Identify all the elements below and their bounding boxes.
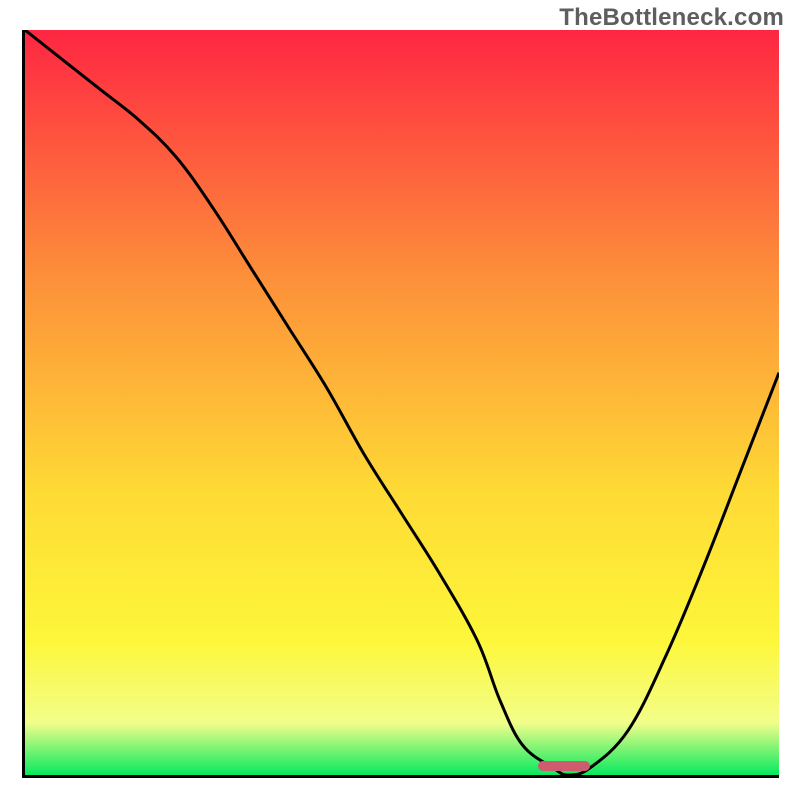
- gradient-background: [25, 30, 779, 775]
- optimal-range-marker: [538, 761, 591, 771]
- plot-svg: [25, 30, 779, 775]
- plot-axes: [22, 30, 779, 778]
- chart-canvas: TheBottleneck.com: [0, 0, 800, 800]
- watermark-text: TheBottleneck.com: [559, 4, 784, 32]
